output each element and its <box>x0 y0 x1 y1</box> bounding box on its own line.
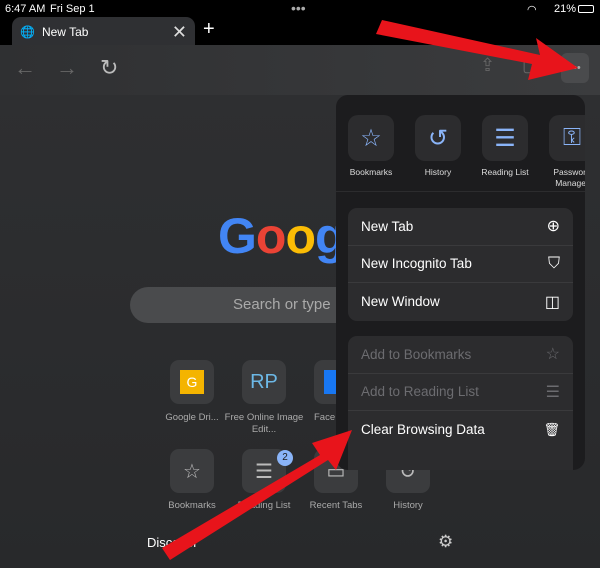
arrow-to-clear-browsing-data <box>162 430 352 560</box>
arrow-to-menu-button <box>376 20 578 80</box>
annotation-arrows <box>162 20 578 560</box>
